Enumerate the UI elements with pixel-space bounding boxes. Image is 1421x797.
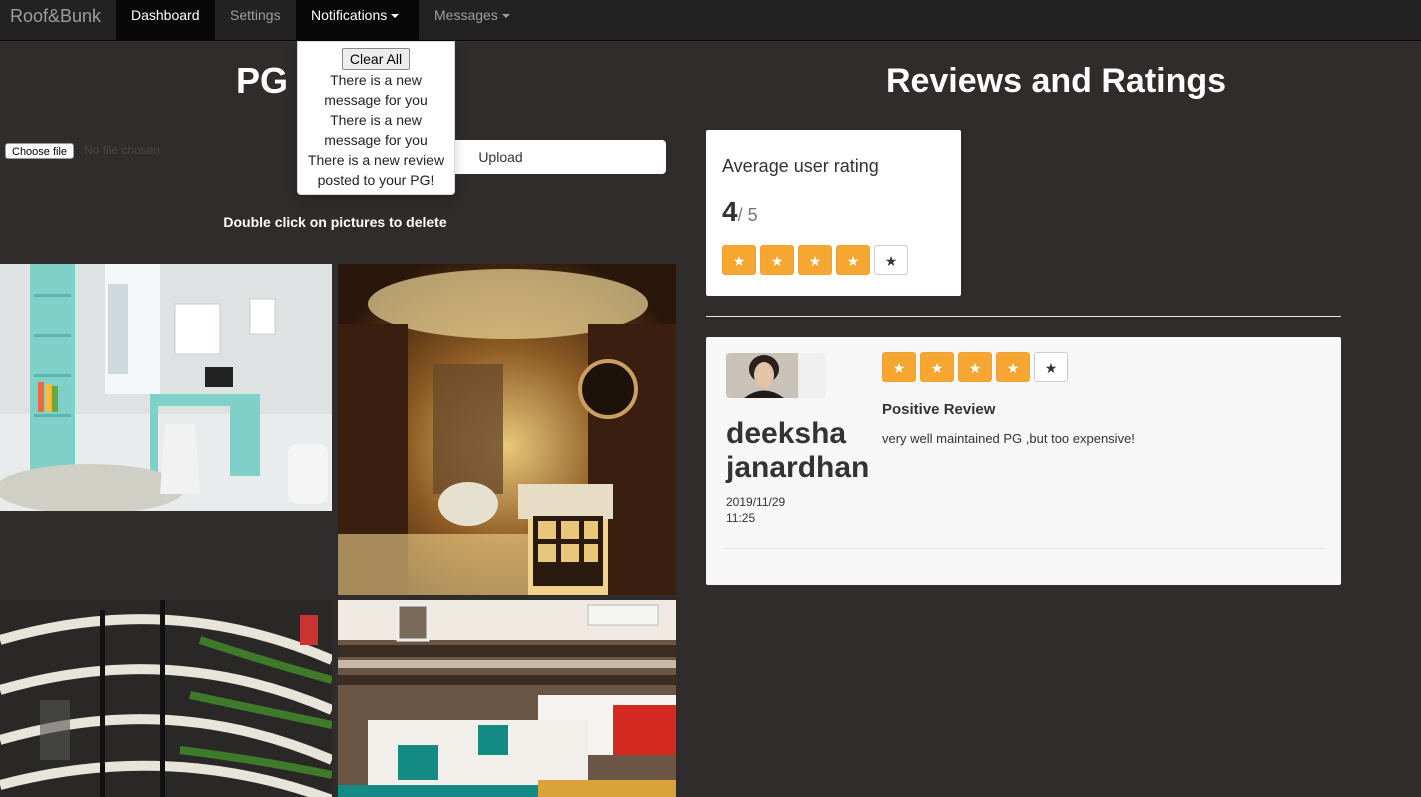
review-card: deeksha janardhan 2019/11/29 11:25 ★ ★ ★ ★ ★… [706,337,1341,585]
nav-dashboard-label: Dashboard [131,7,200,23]
nav-notifications[interactable]: Notifications [296,0,419,40]
star-icon: ★ [760,245,794,275]
pg-photo-study[interactable] [0,264,332,511]
review-time: 11:25 [726,511,756,525]
notification-item[interactable]: There is a new message for you [298,110,454,150]
avatar [726,353,826,398]
star-icon: ★ [722,245,756,275]
review-stars: ★ ★ ★ ★ ★ [882,352,1068,382]
star-icon: ★ [836,245,870,275]
navbar: Roof&Bunk Dashboard Settings Notificatio… [0,0,1421,41]
nav-settings[interactable]: Settings [215,0,296,40]
nav-settings-label: Settings [230,7,281,23]
nav-messages-label: Messages [434,7,498,23]
pg-photo-bathroom[interactable] [338,264,676,595]
notification-item[interactable]: There is a new message for you [298,70,454,110]
star-icon: ★ [958,352,992,382]
nav-messages[interactable]: Messages [419,0,525,40]
star-icon: ★ [996,352,1030,382]
upload-label: Upload [478,149,523,165]
nav-dashboard[interactable]: Dashboard [116,0,215,40]
star-icon: ★ [874,245,908,275]
star-icon: ★ [1034,352,1068,382]
review-date: 2019/11/29 [726,495,786,509]
notifications-dropdown: Clear All There is a new message for you… [297,41,455,195]
average-rating-card: Average user rating 4/ 5 ★ ★ ★ ★ ★ [706,130,961,296]
choose-file-button[interactable]: Choose file [5,143,75,159]
review-timestamp: 2019/11/29 11:25 [726,494,785,526]
delete-hint: Double click on pictures to delete [223,214,447,230]
review-separator [724,548,1326,549]
average-rating-stars: ★ ★ ★ ★ ★ [722,245,908,275]
pg-photo-bedroom[interactable] [338,600,676,797]
divider [706,316,1341,317]
clear-all-button[interactable]: Clear All [341,48,411,70]
average-rating-value: 4/ 5 [722,196,758,228]
review-text: very well maintained PG ,but too expensi… [882,431,1135,446]
caret-down-icon [391,14,400,19]
star-icon: ★ [920,352,954,382]
average-rating-number: 4 [722,196,738,227]
star-icon: ★ [798,245,832,275]
nav-notifications-label: Notifications [311,7,388,23]
review-title: Positive Review [882,401,996,418]
average-rating-max: / 5 [737,205,758,225]
brand-logo[interactable]: Roof&Bunk [10,6,101,27]
gallery-title: PG [236,60,289,101]
notification-item[interactable]: There is a new review posted to your PG! [298,150,454,190]
reviewer-name: deeksha janardhan [726,417,870,484]
average-rating-label: Average user rating [722,156,879,176]
pg-photo-atrium[interactable] [0,600,332,797]
caret-down-icon [501,14,510,19]
star-icon: ★ [882,352,916,382]
reviews-title: Reviews and Ratings [885,62,1227,100]
no-file-text: No file chosen [84,143,161,157]
